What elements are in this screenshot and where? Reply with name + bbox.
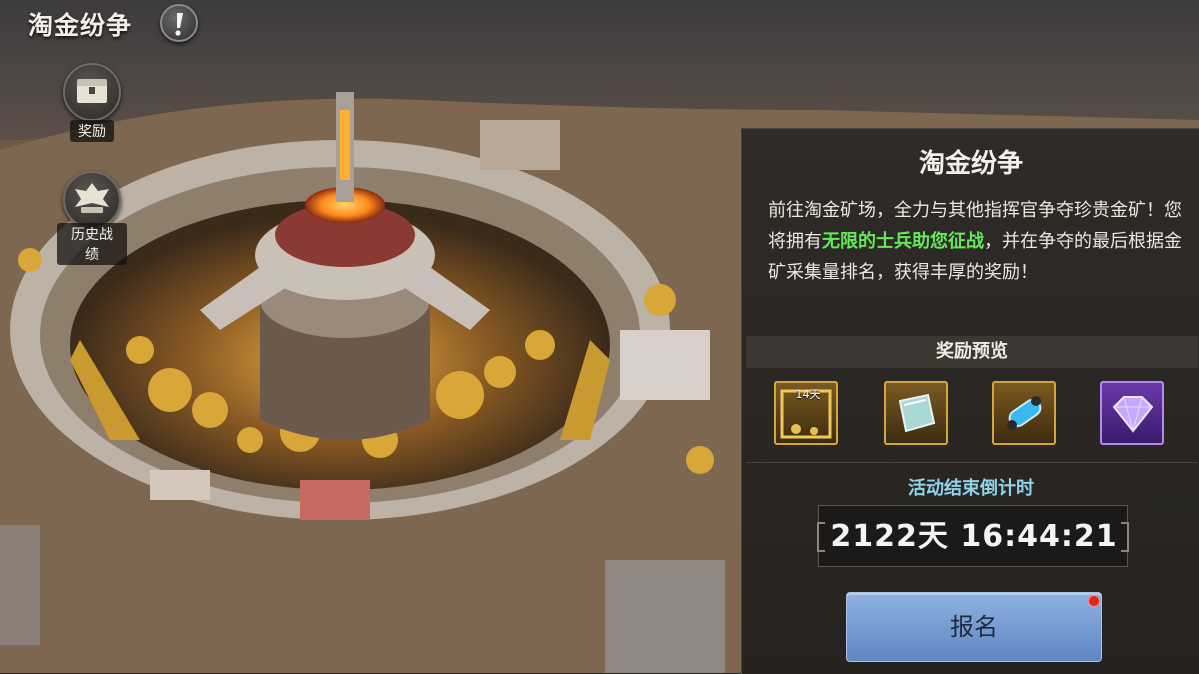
reward-button[interactable]: 奖励 (57, 63, 127, 142)
panel-title: 淘金纷争 (918, 149, 1023, 179)
panel-divider (746, 462, 1198, 463)
history-record-label: 历史战绩 (57, 223, 127, 265)
countdown-label: 活动结束倒计时 (908, 478, 1034, 499)
reward-duration-badge: 14天 (795, 388, 821, 401)
countdown-box: 2122天 16:44:21 (817, 505, 1129, 567)
reward-chest-icon (77, 79, 107, 103)
signup-button[interactable]: 报名 (846, 592, 1102, 662)
history-record-icon (75, 183, 109, 213)
rewards-preview-header: 奖励预览 (746, 336, 1198, 368)
exclamation-icon (175, 13, 183, 36)
blue-capsule-icon (1007, 396, 1042, 430)
page-title: 淘金纷争 (28, 11, 133, 40)
metal-plate-icon (898, 393, 936, 433)
history-record-button[interactable]: 历史战绩 (57, 171, 127, 265)
reward-button-label: 奖励 (70, 120, 114, 142)
reward-item-diamond[interactable] (1100, 381, 1164, 445)
countdown-timer: 2122天 16:44:21 (830, 519, 1118, 554)
event-description: 前往淘金矿场，全力与其他指挥官争夺珍贵金矿！您将拥有无限的士兵助您征战，并在争夺… (768, 195, 1188, 288)
purple-diamond-icon (1112, 396, 1154, 433)
notification-dot (1088, 595, 1100, 607)
reward-item-gold-frame[interactable]: 14天 (774, 381, 838, 445)
info-button[interactable] (160, 4, 198, 42)
reward-item-metal-plate[interactable] (884, 381, 948, 445)
event-info-panel: 淘金纷争 前往淘金矿场，全力与其他指挥官争夺珍贵金矿！您将拥有无限的士兵助您征战… (741, 128, 1199, 674)
reward-item-blue-capsule[interactable] (992, 381, 1056, 445)
description-highlight: 无限的士兵助您征战 (822, 231, 984, 252)
